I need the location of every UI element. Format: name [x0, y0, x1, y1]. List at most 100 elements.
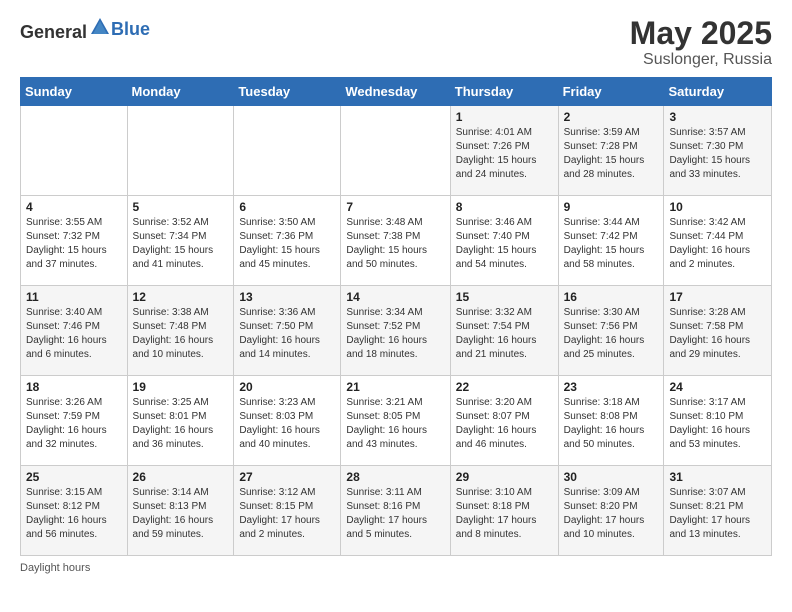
table-row: [341, 106, 450, 196]
table-row: [234, 106, 341, 196]
day-number: 29: [456, 470, 553, 484]
table-row: 15 Sunrise: 3:32 AM Sunset: 7:54 PM Dayli…: [450, 286, 558, 376]
title-section: May 2025 Suslonger, Russia: [630, 16, 772, 69]
day-info: Sunrise: 3:07 AM Sunset: 8:21 PM Dayligh…: [669, 486, 766, 542]
table-row: 18 Sunrise: 3:26 AM Sunset: 7:59 PM Dayli…: [21, 376, 128, 466]
page-subtitle: Suslonger, Russia: [630, 51, 772, 69]
table-row: 9 Sunrise: 3:44 AM Sunset: 7:42 PM Daylig…: [558, 196, 664, 286]
day-info: Sunrise: 4:01 AM Sunset: 7:26 PM Dayligh…: [456, 126, 553, 182]
calendar-week-row: 4 Sunrise: 3:55 AM Sunset: 7:32 PM Daylig…: [21, 196, 772, 286]
day-number: 10: [669, 200, 766, 214]
calendar-week-row: 25 Sunrise: 3:15 AM Sunset: 8:12 PM Dayli…: [21, 466, 772, 556]
day-number: 3: [669, 110, 766, 124]
day-info: Sunrise: 3:21 AM Sunset: 8:05 PM Dayligh…: [346, 396, 444, 452]
day-info: Sunrise: 3:32 AM Sunset: 7:54 PM Dayligh…: [456, 306, 553, 362]
day-info: Sunrise: 3:44 AM Sunset: 7:42 PM Dayligh…: [564, 216, 659, 272]
table-row: [127, 106, 234, 196]
day-number: 30: [564, 470, 659, 484]
day-number: 21: [346, 380, 444, 394]
header-monday: Monday: [127, 78, 234, 106]
day-info: Sunrise: 3:26 AM Sunset: 7:59 PM Dayligh…: [26, 396, 122, 452]
day-number: 20: [239, 380, 335, 394]
logo-blue: Blue: [111, 19, 150, 40]
day-info: Sunrise: 3:55 AM Sunset: 7:32 PM Dayligh…: [26, 216, 122, 272]
day-number: 26: [133, 470, 229, 484]
table-row: 5Sunrise: 3:52 AM Sunset: 7:34 PM Daylig…: [127, 196, 234, 286]
table-row: 6Sunrise: 3:50 AM Sunset: 7:36 PM Daylig…: [234, 196, 341, 286]
page-title: May 2025: [630, 16, 772, 51]
day-number: 15: [456, 290, 553, 304]
day-info: Sunrise: 3:23 AM Sunset: 8:03 PM Dayligh…: [239, 396, 335, 452]
day-info: Sunrise: 3:18 AM Sunset: 8:08 PM Dayligh…: [564, 396, 659, 452]
table-row: 4 Sunrise: 3:55 AM Sunset: 7:32 PM Daylig…: [21, 196, 128, 286]
day-info: Sunrise: 3:17 AM Sunset: 8:10 PM Dayligh…: [669, 396, 766, 452]
day-number: 18: [26, 380, 122, 394]
table-row: 14Sunrise: 3:34 AM Sunset: 7:52 PM Dayli…: [341, 286, 450, 376]
day-number: 17: [669, 290, 766, 304]
day-info: Sunrise: 3:10 AM Sunset: 8:18 PM Dayligh…: [456, 486, 553, 542]
table-row: [21, 106, 128, 196]
day-info: Sunrise: 3:09 AM Sunset: 8:20 PM Dayligh…: [564, 486, 659, 542]
table-row: 23 Sunrise: 3:18 AM Sunset: 8:08 PM Dayli…: [558, 376, 664, 466]
day-info: Sunrise: 3:59 AM Sunset: 7:28 PM Dayligh…: [564, 126, 659, 182]
day-number: 24: [669, 380, 766, 394]
table-row: 10 Sunrise: 3:42 AM Sunset: 7:44 PM Dayli…: [664, 196, 772, 286]
table-row: 17 Sunrise: 3:28 AM Sunset: 7:58 PM Dayli…: [664, 286, 772, 376]
header-thursday: Thursday: [450, 78, 558, 106]
day-number: 22: [456, 380, 553, 394]
calendar-week-row: 11 Sunrise: 3:40 AM Sunset: 7:46 PM Dayli…: [21, 286, 772, 376]
day-number: 25: [26, 470, 122, 484]
day-number: 31: [669, 470, 766, 484]
day-number: 11: [26, 290, 122, 304]
day-number: 8: [456, 200, 553, 214]
table-row: 21 Sunrise: 3:21 AM Sunset: 8:05 PM Dayli…: [341, 376, 450, 466]
page-header: General Blue May 2025 Suslonger, Russia: [20, 16, 772, 69]
table-row: 19Sunrise: 3:25 AM Sunset: 8:01 PM Dayli…: [127, 376, 234, 466]
day-info: Sunrise: 3:46 AM Sunset: 7:40 PM Dayligh…: [456, 216, 553, 272]
day-number: 5: [133, 200, 229, 214]
day-info: Sunrise: 3:11 AM Sunset: 8:16 PM Dayligh…: [346, 486, 444, 542]
day-info: Sunrise: 3:38 AM Sunset: 7:48 PM Dayligh…: [133, 306, 229, 362]
day-number: 4: [26, 200, 122, 214]
day-info: Sunrise: 3:15 AM Sunset: 8:12 PM Dayligh…: [26, 486, 122, 542]
day-info: Sunrise: 3:57 AM Sunset: 7:30 PM Dayligh…: [669, 126, 766, 182]
table-row: 24 Sunrise: 3:17 AM Sunset: 8:10 PM Dayli…: [664, 376, 772, 466]
logo-general: General: [20, 22, 87, 42]
day-number: 9: [564, 200, 659, 214]
calendar-week-row: 1 Sunrise: 4:01 AM Sunset: 7:26 PM Daylig…: [21, 106, 772, 196]
calendar-week-row: 18 Sunrise: 3:26 AM Sunset: 7:59 PM Dayli…: [21, 376, 772, 466]
day-info: Sunrise: 3:30 AM Sunset: 7:56 PM Dayligh…: [564, 306, 659, 362]
day-info: Sunrise: 3:12 AM Sunset: 8:15 PM Dayligh…: [239, 486, 335, 542]
table-row: 12 Sunrise: 3:38 AM Sunset: 7:48 PM Dayli…: [127, 286, 234, 376]
header-friday: Friday: [558, 78, 664, 106]
day-number: 12: [133, 290, 229, 304]
table-row: 7Sunrise: 3:48 AM Sunset: 7:38 PM Daylig…: [341, 196, 450, 286]
day-number: 27: [239, 470, 335, 484]
footer-note: Daylight hours: [20, 562, 772, 574]
table-row: 1 Sunrise: 4:01 AM Sunset: 7:26 PM Daylig…: [450, 106, 558, 196]
day-number: 16: [564, 290, 659, 304]
table-row: 2 Sunrise: 3:59 AM Sunset: 7:28 PM Daylig…: [558, 106, 664, 196]
weekday-header-row: Sunday Monday Tuesday Wednesday Thursday…: [21, 78, 772, 106]
day-number: 2: [564, 110, 659, 124]
day-number: 13: [239, 290, 335, 304]
logo: General Blue: [20, 16, 150, 43]
day-number: 28: [346, 470, 444, 484]
day-info: Sunrise: 3:42 AM Sunset: 7:44 PM Dayligh…: [669, 216, 766, 272]
calendar-table: Sunday Monday Tuesday Wednesday Thursday…: [20, 77, 772, 556]
day-info: Sunrise: 3:28 AM Sunset: 7:58 PM Dayligh…: [669, 306, 766, 362]
day-number: 1: [456, 110, 553, 124]
header-tuesday: Tuesday: [234, 78, 341, 106]
day-info: Sunrise: 3:50 AM Sunset: 7:36 PM Dayligh…: [239, 216, 335, 272]
table-row: 16 Sunrise: 3:30 AM Sunset: 7:56 PM Dayli…: [558, 286, 664, 376]
table-row: 3 Sunrise: 3:57 AM Sunset: 7:30 PM Daylig…: [664, 106, 772, 196]
table-row: 28 Sunrise: 3:11 AM Sunset: 8:16 PM Dayli…: [341, 466, 450, 556]
header-wednesday: Wednesday: [341, 78, 450, 106]
day-info: Sunrise: 3:48 AM Sunset: 7:38 PM Dayligh…: [346, 216, 444, 272]
day-info: Sunrise: 3:36 AM Sunset: 7:50 PM Dayligh…: [239, 306, 335, 362]
table-row: 30 Sunrise: 3:09 AM Sunset: 8:20 PM Dayli…: [558, 466, 664, 556]
day-info: Sunrise: 3:40 AM Sunset: 7:46 PM Dayligh…: [26, 306, 122, 362]
header-sunday: Sunday: [21, 78, 128, 106]
day-number: 23: [564, 380, 659, 394]
table-row: 27 Sunrise: 3:12 AM Sunset: 8:15 PM Dayli…: [234, 466, 341, 556]
